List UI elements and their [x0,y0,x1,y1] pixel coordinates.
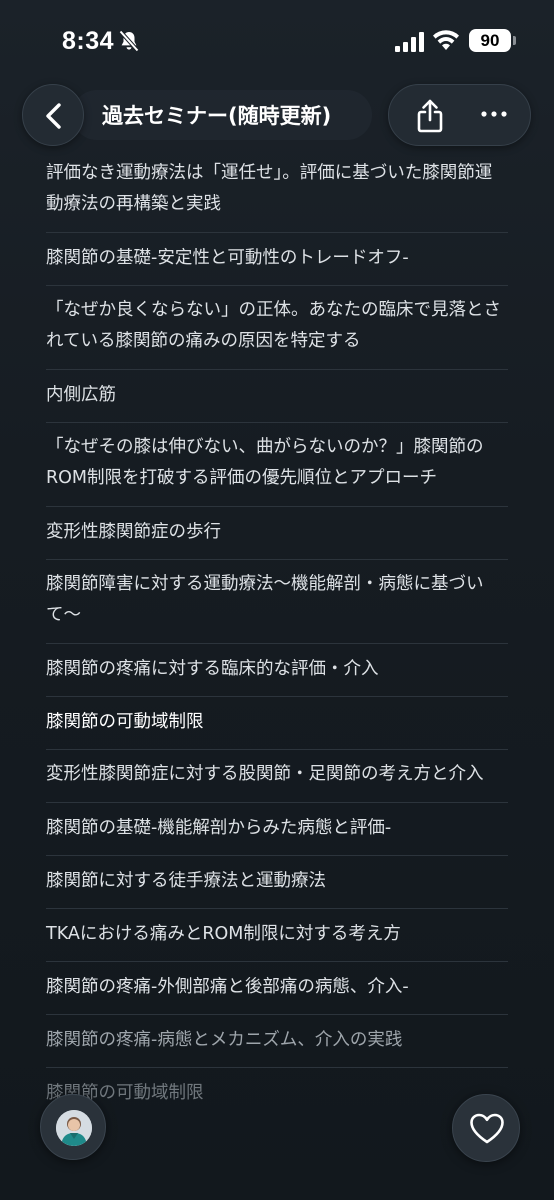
bell-slash-icon [119,30,139,52]
seminar-item[interactable]: 膝関節の疼痛-外側部痛と後部痛の病態、介入- [46,962,508,1015]
header-actions [388,84,531,146]
seminar-item[interactable]: 変形性膝関節症の歩行 [46,507,508,560]
heart-icon [470,1113,504,1144]
screen: 8:34 90 過去セミナー(随時更新) 評価なき運動療法は「運任せ」。評価に基… [0,0,554,1200]
more-button[interactable] [467,89,521,143]
wifi-icon [433,30,459,50]
seminar-item[interactable]: 内側広筋 [46,370,508,423]
status-time: 8:34 [62,27,115,55]
chevron-left-icon [46,103,61,129]
seminar-item[interactable]: 「なぜその膝は伸びない、曲がらないのか？」膝関節のROM制限を打破する評価の優先… [46,423,508,507]
seminar-item[interactable]: 膝関節の可動域制限 [46,1068,508,1121]
status-bar: 8:34 90 [0,0,554,84]
battery-indicator: 90 [469,29,511,52]
seminar-item[interactable]: 評価なき運動療法は「運任せ」。評価に基づいた膝関節運動療法の再構築と実践 [46,150,508,233]
seminar-item[interactable]: 膝関節の疼痛に対する臨床的な評価・介入 [46,644,508,697]
nav-header: 過去セミナー(随時更新) [0,84,554,150]
back-button[interactable] [22,84,84,146]
battery-tip [513,36,516,45]
seminar-item[interactable]: 膝関節に対する徒手療法と運動療法 [46,856,508,909]
seminar-item[interactable]: 膝関節の基礎-機能解剖からみた病態と評価- [46,803,508,856]
seminar-item[interactable]: 膝関節の可動域制限 [46,697,508,750]
signal-icon [395,32,424,52]
like-button[interactable] [452,1094,520,1162]
seminar-list: 評価なき運動療法は「運任せ」。評価に基づいた膝関節運動療法の再構築と実践 膝関節… [0,150,554,1121]
seminar-item[interactable]: 「なぜか良くならない」の正体。あなたの臨床で見落とされている膝関節の痛みの原因を… [46,286,508,370]
avatar-icon [56,1110,92,1146]
share-icon [417,99,443,133]
seminar-item[interactable]: 変形性膝関節症に対する股関節・足関節の考え方と介入 [46,750,508,803]
seminar-item[interactable]: 膝関節の疼痛-病態とメカニズム、介入の実践 [46,1015,508,1068]
page-title: 過去セミナー(随時更新) [102,104,332,128]
share-button[interactable] [403,89,457,143]
seminar-item[interactable]: TKAにおける痛みとROM制限に対する考え方 [46,909,508,962]
creator-avatar-button[interactable] [40,1094,106,1160]
seminar-item[interactable]: 膝関節障害に対する運動療法〜機能解剖・病態に基づいて〜 [46,560,508,644]
more-icon [481,111,507,117]
seminar-item[interactable]: 膝関節の基礎-安定性と可動性のトレードオフ- [46,233,508,286]
